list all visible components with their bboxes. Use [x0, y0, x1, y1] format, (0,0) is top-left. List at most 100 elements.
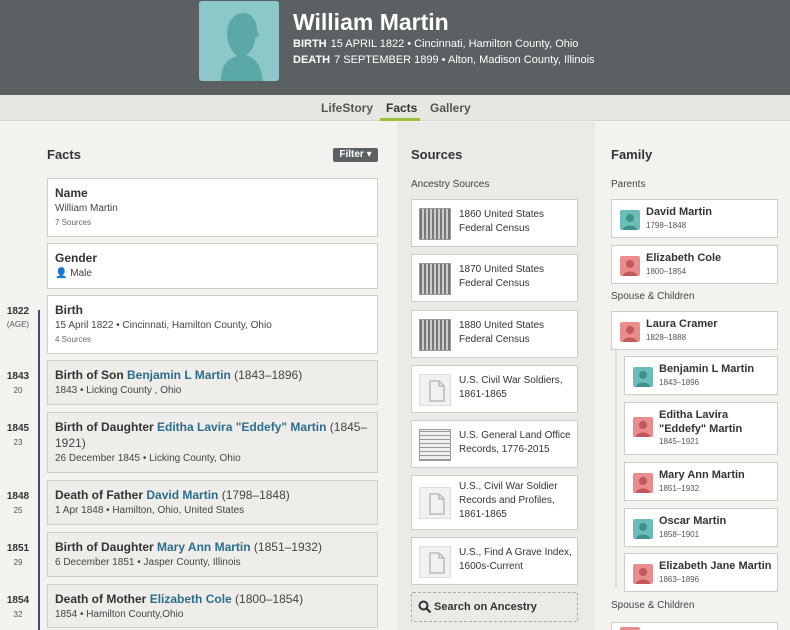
female-avatar-icon: [633, 473, 653, 493]
source-card[interactable]: 1880 United States Federal Census: [411, 310, 578, 358]
source-card[interactable]: U.S. Civil War Soldiers, 1861-1865: [411, 365, 578, 413]
filter-label: Filter: [339, 149, 364, 160]
fact-card-birth-of-son[interactable]: Birth of Son Benjamin L Martin (1843–189…: [47, 360, 378, 405]
relative-link[interactable]: Elizabeth Cole: [150, 592, 232, 606]
fact-prefix: Death of Mother: [55, 592, 147, 606]
spouse-children-label-2: Spouse & Children: [611, 600, 695, 611]
source-card[interactable]: 1870 United States Federal Census: [411, 254, 578, 302]
source-card[interactable]: U.S., Civil War Soldier Records and Prof…: [411, 475, 578, 530]
fact-card-gender[interactable]: Gender 👤 Male: [47, 243, 378, 289]
fact-card-death-of-father[interactable]: Death of Father David Martin (1798–1848)…: [47, 480, 378, 525]
active-tab-indicator: [380, 118, 420, 121]
source-title: 1880 United States Federal Census: [459, 320, 545, 345]
source-title: U.S., Civil War Soldier Records and Prof…: [459, 481, 558, 520]
member-dates: 1800–1854: [646, 267, 687, 276]
document-icon: [419, 374, 451, 406]
relative-link[interactable]: David Martin: [146, 488, 218, 502]
fact-detail: 👤 Male: [55, 267, 370, 281]
fact-card-birth[interactable]: Birth 15 April 1822 • Cincinnati, Hamilt…: [47, 295, 378, 354]
source-title: 1860 United States Federal Census: [459, 209, 545, 234]
fact-detail: 26 December 1845 • Licking County, Ohio: [55, 453, 241, 464]
death-label: DEATH: [293, 54, 331, 66]
member-dates: 1798–1848: [646, 221, 687, 230]
member-name: Elizabeth Cole: [646, 252, 722, 264]
child-card[interactable]: Mary Ann Martin 1851–1932: [624, 462, 778, 501]
relative-link[interactable]: Editha Lavira "Eddefy" Martin: [157, 420, 326, 434]
fact-title: Name: [55, 186, 88, 200]
child-card[interactable]: Elizabeth Jane Martin 1863–1896: [624, 553, 778, 592]
filter-button[interactable]: Filter ▾: [333, 148, 378, 162]
relative-link[interactable]: Mary Ann Martin: [157, 540, 251, 554]
fact-card-birth-of-daughter[interactable]: Birth of Daughter Editha Lavira "Eddefy"…: [47, 412, 378, 473]
child-card[interactable]: Oscar Martin 1858–1901: [624, 508, 778, 547]
timeline-age: 29: [13, 558, 23, 567]
source-card[interactable]: 1860 United States Federal Census: [411, 199, 578, 247]
member-dates: 1851–1932: [659, 484, 700, 493]
profile-header: William Martin BIRTH 15 APRIL 1822 • Cinc…: [0, 0, 790, 95]
birth-value: 15 APRIL 1822 • Cincinnati, Hamilton Cou…: [330, 38, 579, 50]
ancestry-sources-label: Ancestry Sources: [411, 179, 490, 190]
fact-card-death-of-mother[interactable]: Death of Mother Elizabeth Cole (1800–185…: [47, 584, 378, 628]
source-card[interactable]: U.S. General Land Office Records, 1776-2…: [411, 420, 578, 468]
profile-avatar[interactable]: [199, 1, 279, 81]
search-icon: [418, 600, 432, 614]
tab-lifestory[interactable]: LifeStory: [321, 101, 373, 115]
family-member-card[interactable]: Elizabeth Cole 1800–1854: [611, 245, 778, 284]
child-card[interactable]: Editha Lavira "Eddefy" Martin 1845–1921: [624, 402, 778, 455]
fact-card-birth-of-daughter[interactable]: Birth of Daughter Mary Ann Martin (1851–…: [47, 532, 378, 577]
male-avatar-icon: [633, 367, 653, 387]
relative-lifespan: (1798–1848): [221, 488, 290, 502]
timeline-year: 1822: [6, 306, 30, 317]
source-card[interactable]: U.S., Find A Grave Index, 1600s-Current: [411, 537, 578, 585]
fact-detail: 1 Apr 1848 • Hamilton, Ohio, United Stat…: [55, 505, 245, 516]
relative-link[interactable]: Benjamin L Martin: [127, 368, 231, 382]
death-summary: DEATH 7 SEPTEMBER 1899 • Alton, Madison C…: [293, 54, 595, 66]
source-title: U.S., Find A Grave Index, 1600s-Current: [459, 547, 572, 572]
relative-lifespan: (1851–1932): [253, 540, 322, 554]
spouse-card[interactable]: Laura Cramer 1828–1888: [611, 311, 778, 350]
fact-prefix: Death of Father: [55, 488, 144, 502]
birth-summary: BIRTH 15 APRIL 1822 • Cincinnati, Hamilto…: [293, 38, 578, 50]
profile-tabs: LifeStory Facts Gallery: [0, 95, 790, 121]
source-title: 1870 United States Federal Census: [459, 264, 545, 289]
fact-card-name[interactable]: Name William Martin 7 Sources: [47, 178, 378, 237]
member-name: Editha Lavira "Eddefy" Martin: [659, 409, 743, 435]
fact-prefix: Birth of Son: [55, 368, 124, 382]
female-avatar-icon: [633, 564, 653, 584]
child-card[interactable]: Benjamin L Martin 1843–1896: [624, 356, 778, 395]
document-icon: [419, 487, 451, 519]
fact-detail: William Martin: [55, 203, 118, 214]
spouse-card-partial[interactable]: [611, 622, 778, 630]
source-title: U.S. Civil War Soldiers, 1861-1865: [459, 375, 563, 400]
timeline-year: 1845: [6, 423, 30, 434]
tab-facts[interactable]: Facts: [386, 101, 417, 115]
timeline-age: 32: [13, 610, 23, 619]
timeline-year: 1848: [6, 491, 30, 502]
fact-title: Birth of Daughter Editha Lavira "Eddefy"…: [55, 419, 370, 451]
timeline-year: 1843: [6, 371, 30, 382]
fact-detail: 1854 • Hamilton County,Ohio: [55, 609, 184, 620]
member-dates: 1828–1888: [646, 333, 687, 342]
fact-title: Death of Father David Martin (1798–1848): [55, 487, 370, 503]
timeline-line: [38, 310, 40, 630]
family-member-card[interactable]: David Martin 1798–1848: [611, 199, 778, 238]
female-avatar-icon: [633, 417, 653, 437]
male-avatar-icon: [633, 519, 653, 539]
person-icon: 👤: [55, 268, 68, 279]
sources-heading: Sources: [411, 147, 463, 162]
fact-detail: 1843 • Licking County , Ohio: [55, 385, 182, 396]
fact-sources: 7 Sources: [55, 218, 92, 227]
search-on-ancestry-button[interactable]: Search on Ancestry: [411, 592, 578, 622]
parents-label: Parents: [611, 179, 646, 190]
timeline-age: (AGE): [6, 320, 30, 329]
member-name: Elizabeth Jane Martin: [659, 560, 772, 572]
birth-label: BIRTH: [293, 38, 327, 50]
person-silhouette-icon: [221, 13, 263, 81]
member-name: David Martin: [646, 206, 713, 218]
tab-gallery[interactable]: Gallery: [430, 101, 471, 115]
fact-detail: 6 December 1851 • Jasper County, Illinoi…: [55, 557, 241, 568]
member-name: Laura Cramer: [646, 318, 718, 330]
land-record-thumbnail-icon: [419, 429, 451, 461]
fact-prefix: Birth of Daughter: [55, 540, 154, 554]
timeline-age: 23: [13, 438, 23, 447]
